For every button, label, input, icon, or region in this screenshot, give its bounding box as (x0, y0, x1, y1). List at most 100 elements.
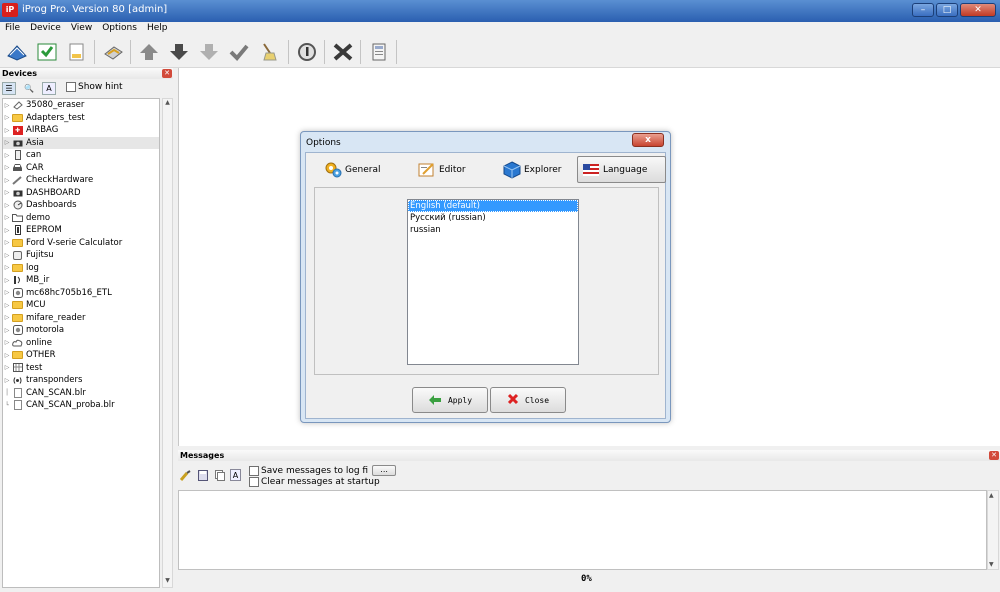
info-icon[interactable] (294, 40, 320, 64)
minimize-button[interactable]: – (912, 3, 934, 17)
tree-item[interactable]: ▷ motorola (3, 324, 159, 337)
menu-help[interactable]: Help (142, 22, 173, 36)
arrow-up-icon[interactable] (136, 40, 162, 64)
expand-arrow-icon[interactable]: ▷ (3, 202, 11, 209)
text-icon[interactable]: A (42, 82, 56, 95)
tree-item[interactable]: ▷ MB_ir (3, 274, 159, 287)
chip-icon[interactable] (100, 40, 126, 64)
tree-item[interactable]: ▷ CAR (3, 162, 159, 175)
expand-arrow-icon[interactable]: ▷ (3, 177, 11, 184)
devices-close-icon[interactable]: ✕ (162, 69, 172, 78)
expand-arrow-icon[interactable]: ▷ (3, 277, 11, 284)
tree-view-icon[interactable]: ☰ (2, 82, 16, 95)
tree-item[interactable]: ▷ mifare_reader (3, 312, 159, 325)
tree-item[interactable]: ▷ DASHBOARD (3, 187, 159, 200)
expand-arrow-icon[interactable]: ▷ (3, 339, 11, 346)
tree-item[interactable]: ▷ ✚ AIRBAG (3, 124, 159, 137)
expand-arrow-icon[interactable]: ▷ (3, 252, 11, 259)
apply-button[interactable]: Apply (412, 387, 488, 413)
text-icon[interactable]: A (230, 469, 241, 481)
save-log-icon[interactable] (197, 469, 208, 481)
tree-item-label: CheckHardware (26, 175, 94, 186)
check-icon[interactable] (226, 40, 252, 64)
arrow-down-icon[interactable] (166, 40, 192, 64)
maximize-button[interactable]: □ (936, 3, 958, 17)
tree-item[interactable]: ▷ EEPROM (3, 224, 159, 237)
tab-language[interactable]: Language (577, 156, 666, 183)
search-icon[interactable]: 🔍 (22, 82, 36, 95)
tree-item[interactable]: ▷ OTHER (3, 349, 159, 362)
scroll-down-icon[interactable]: ▼ (163, 577, 172, 587)
calculator-icon[interactable] (366, 40, 392, 64)
expand-arrow-icon[interactable]: ▷ (3, 327, 11, 334)
expand-arrow-icon[interactable]: ▷ (3, 102, 11, 109)
close-window-button[interactable]: ✕ (960, 3, 996, 17)
clear-at-startup-checkbox[interactable] (249, 477, 259, 487)
scroll-up-icon[interactable]: ▲ (989, 492, 994, 499)
messages-scrollbar[interactable]: ▲ ▼ (987, 490, 999, 570)
expand-arrow-icon[interactable]: ▷ (3, 314, 11, 321)
new-file-icon[interactable] (64, 40, 90, 64)
menu-view[interactable]: View (66, 22, 97, 36)
tree-item[interactable]: ▷ Ford V-serie Calculator (3, 237, 159, 250)
tree-item[interactable]: ▷ CheckHardware (3, 174, 159, 187)
menu-options[interactable]: Options (97, 22, 142, 36)
open-book-icon[interactable] (4, 40, 30, 64)
show-hint-checkbox[interactable] (66, 82, 76, 92)
tree-item[interactable]: ▷ Adapters_test (3, 112, 159, 125)
expand-arrow-icon[interactable]: ▷ (3, 227, 11, 234)
language-list[interactable]: English (default) Русский (russian) russ… (407, 199, 579, 365)
tree-item[interactable]: ▷ test (3, 362, 159, 375)
tab-explorer[interactable]: Explorer (503, 156, 561, 183)
expand-arrow-icon[interactable]: ▷ (3, 364, 11, 371)
expand-arrow-icon[interactable]: ▷ (3, 239, 11, 246)
expand-arrow-icon[interactable]: ▷ (3, 127, 11, 134)
expand-arrow-icon[interactable]: ▷ (3, 164, 11, 171)
tree-scrollbar[interactable]: ▲ ▼ (162, 98, 173, 588)
tree-item[interactable]: │ CAN_SCAN.blr (3, 387, 159, 400)
messages-log[interactable] (178, 490, 987, 570)
arrow-down-gray-icon[interactable] (196, 40, 222, 64)
expand-arrow-icon[interactable]: ▷ (3, 189, 11, 196)
dialog-close-button[interactable]: x (632, 133, 664, 147)
expand-arrow-icon[interactable]: ▷ (3, 214, 11, 221)
tree-item[interactable]: ▷ transponders (3, 374, 159, 387)
expand-arrow-icon[interactable]: ▷ (3, 302, 11, 309)
save-to-log-checkbox[interactable] (249, 465, 259, 476)
expand-arrow-icon[interactable]: ▷ (3, 139, 11, 146)
tree-item[interactable]: ▷ 35080_eraser (3, 99, 159, 112)
messages-close-icon[interactable]: ✕ (989, 451, 999, 460)
tree-item[interactable]: ▷ Dashboards (3, 199, 159, 212)
expand-arrow-icon[interactable]: ▷ (3, 114, 11, 121)
copy-icon[interactable] (214, 469, 225, 481)
menu-file[interactable]: File (0, 22, 25, 36)
tree-item[interactable]: ▷ mc68hc705b16_ETL (3, 287, 159, 300)
expand-arrow-icon[interactable]: ▷ (3, 352, 11, 359)
tab-general[interactable]: General (324, 156, 380, 183)
expand-arrow-icon[interactable]: ▷ (3, 377, 11, 384)
language-option[interactable]: russian (408, 224, 578, 236)
tree-item[interactable]: ▷ log (3, 262, 159, 275)
menu-device[interactable]: Device (25, 22, 66, 36)
language-option[interactable]: English (default) (408, 200, 578, 212)
brush-icon[interactable] (180, 469, 191, 481)
cross-icon[interactable] (330, 40, 356, 64)
tree-item[interactable]: ▷ MCU (3, 299, 159, 312)
expand-arrow-icon[interactable]: ▷ (3, 152, 11, 159)
language-option[interactable]: Русский (russian) (408, 212, 578, 224)
expand-arrow-icon[interactable]: ▷ (3, 264, 11, 271)
scroll-up-icon[interactable]: ▲ (163, 99, 172, 109)
scroll-down-icon[interactable]: ▼ (989, 561, 994, 568)
close-button[interactable]: Close (490, 387, 566, 413)
tree-item[interactable]: ▷ Asia (3, 136, 159, 149)
tree-item[interactable]: └ CAN_SCAN_proba.blr (3, 399, 159, 412)
tree-item[interactable]: ▷ online (3, 337, 159, 350)
browse-button[interactable]: ... (372, 465, 397, 476)
tree-item[interactable]: ▷ Fujitsu (3, 249, 159, 262)
broom-icon[interactable] (256, 40, 282, 64)
tab-editor[interactable]: Editor (418, 156, 466, 183)
save-icon[interactable] (34, 40, 60, 64)
expand-arrow-icon[interactable]: ▷ (3, 289, 11, 296)
tree-item[interactable]: ▷ demo (3, 212, 159, 225)
tree-item[interactable]: ▷ can (3, 149, 159, 162)
